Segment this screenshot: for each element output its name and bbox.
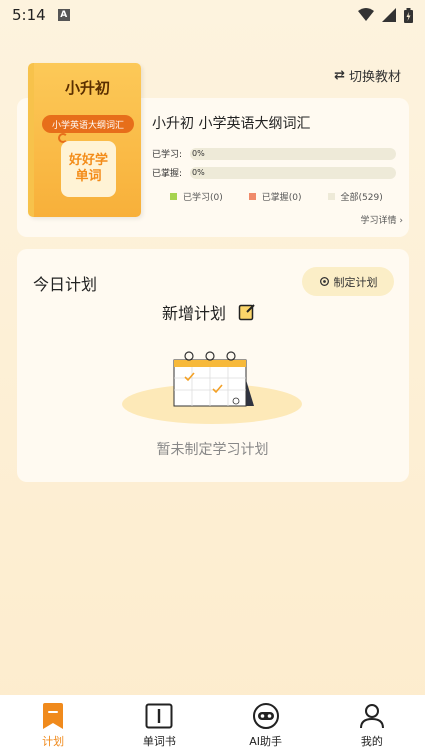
legend-mastered-swatch xyxy=(248,193,256,200)
book-cover-title: 小升初 xyxy=(64,79,110,97)
tab-ai-assistant-label: AI助手 xyxy=(249,735,283,748)
edit-note-icon xyxy=(238,304,255,321)
tab-ai-assistant[interactable]: AI助手 xyxy=(213,695,319,755)
tab-plan[interactable]: 计划 xyxy=(0,695,106,755)
chevron-right-icon: › xyxy=(399,216,403,226)
legend-learned-label: 已学习(0) xyxy=(183,193,223,203)
legend-learned: 已学习(0) xyxy=(170,190,223,203)
notification-a-icon: A xyxy=(57,9,70,21)
learned-value: 0% xyxy=(192,149,205,158)
add-plan-button[interactable]: 新增计划 xyxy=(162,300,256,324)
make-plan-button[interactable]: 制定计划 xyxy=(302,267,394,296)
tab-wordbook[interactable]: 单词书 xyxy=(106,695,212,755)
book-cover[interactable]: 小升初 小学英语大纲词汇 好好学 单词 xyxy=(28,63,141,217)
mastered-value: 0% xyxy=(192,168,205,177)
tab-mine-label: 我的 xyxy=(360,735,383,748)
status-bar: 5:14 A xyxy=(0,0,425,30)
mastered-progress-bar: 0% xyxy=(190,166,396,179)
today-plan-title: 今日计划 xyxy=(33,275,98,294)
battery-icon xyxy=(404,7,413,23)
bottom-tab-bar: 计划 单词书 AI助手 我的 xyxy=(0,695,425,755)
mastered-progress-row: 已掌握: 0% xyxy=(152,166,396,179)
legend-mastered-label: 已掌握(0) xyxy=(261,193,302,203)
switch-textbook-label: 切换教材 xyxy=(348,70,401,85)
status-right xyxy=(358,7,413,23)
legend-total: 全部(529) xyxy=(327,190,383,203)
tab-wordbook-label: 单词书 xyxy=(142,735,176,748)
learned-progress-bar: 0% xyxy=(190,147,396,160)
person-icon xyxy=(359,704,384,729)
book-name: 小升初 小学英语大纲词汇 xyxy=(152,116,311,132)
signal-icon xyxy=(382,8,396,22)
learned-progress-row: 已学习: 0% xyxy=(152,147,396,160)
switch-textbook-button[interactable]: ⇄ 切换教材 xyxy=(334,66,401,85)
mastered-label: 已掌握: xyxy=(152,169,183,179)
empty-plan-text: 暂未制定学习计划 xyxy=(156,442,269,458)
add-plan-label: 新增计划 xyxy=(162,304,227,323)
make-plan-label: 制定计划 xyxy=(333,275,378,289)
logo-line1: 好好学 xyxy=(68,153,108,168)
legend-learned-swatch xyxy=(170,193,177,200)
legend-total-swatch xyxy=(327,193,335,200)
robot-icon xyxy=(252,703,279,729)
book-cover-tag: 小学英语大纲词汇 xyxy=(42,115,134,133)
book-cover-logo: 好好学 单词 xyxy=(61,141,116,197)
wifi-icon xyxy=(358,8,374,21)
calendar-illustration xyxy=(122,351,302,424)
logo-line2: 单词 xyxy=(75,169,102,184)
study-detail-label: 学习详情 xyxy=(360,216,397,226)
switch-icon: ⇄ xyxy=(334,68,345,83)
gear-icon xyxy=(319,277,329,286)
bookmark-icon xyxy=(43,703,64,729)
status-time: 5:14 xyxy=(12,6,46,24)
learned-label: 已学习: xyxy=(152,150,183,160)
tab-plan-label: 计划 xyxy=(42,735,65,748)
tab-mine[interactable]: 我的 xyxy=(319,695,425,755)
study-detail-link[interactable]: 学习详情 › xyxy=(361,213,404,226)
legend-mastered: 已掌握(0) xyxy=(248,190,302,203)
progress-legend: 已学习(0) 已掌握(0) 全部(529) xyxy=(170,190,383,203)
legend-total-label: 全部(529) xyxy=(340,193,383,203)
book-icon xyxy=(145,703,173,729)
